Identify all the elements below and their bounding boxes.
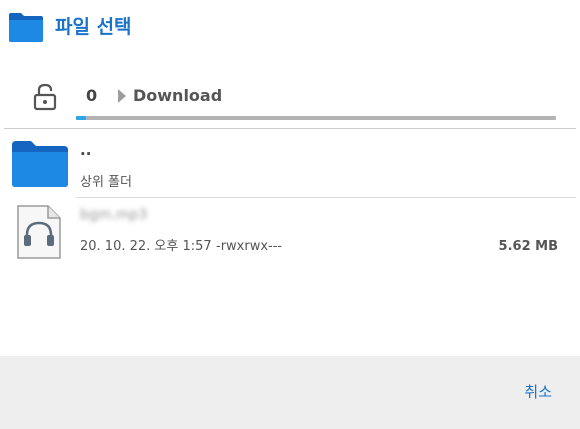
file-size: 5.62 MB — [498, 239, 558, 254]
chevron-right-icon — [118, 89, 126, 103]
music-file-icon — [17, 205, 61, 259]
path-scrollbar[interactable] — [76, 116, 556, 120]
path-scrollbar-thumb[interactable] — [76, 116, 86, 120]
list-item-parent-folder[interactable]: .. 상위 폴더 — [4, 129, 576, 197]
cancel-button[interactable]: 취소 — [524, 382, 552, 402]
dialog-title: 파일 선택 — [55, 16, 132, 38]
path-current-segment[interactable]: Download — [133, 86, 222, 106]
folder-icon — [12, 141, 68, 187]
parent-folder-name: .. — [80, 141, 92, 159]
list-item-file[interactable]: bgm.mp3 20. 10. 22. 오후 1:57 -rwxrwx--- 5… — [4, 198, 576, 270]
file-name: bgm.mp3 — [80, 207, 148, 223]
file-modified-date: 20. 10. 22. 오후 1:57 — [80, 239, 212, 254]
dialog-button-bar: 취소 — [0, 356, 580, 429]
path-root-segment[interactable]: 0 — [86, 86, 97, 106]
folder-icon — [9, 13, 43, 42]
parent-folder-label: 상위 폴더 — [80, 175, 132, 190]
dialog-title-bar: 파일 선택 — [0, 0, 580, 56]
lock-open-icon[interactable] — [33, 83, 57, 111]
path-bar: 0 Download — [0, 74, 580, 120]
file-permissions: -rwxrwx--- — [216, 239, 283, 254]
